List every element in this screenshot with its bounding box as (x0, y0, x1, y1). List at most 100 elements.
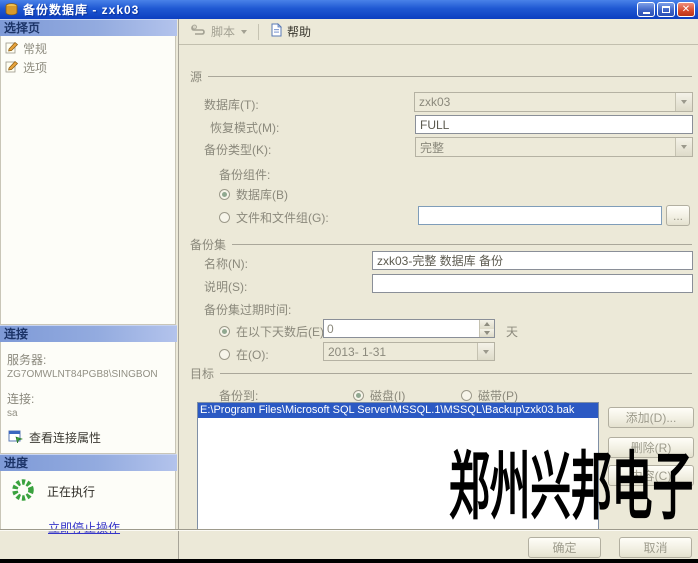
radio-unselected-icon (461, 390, 472, 401)
radio-unselected-icon (219, 212, 230, 223)
window-title: 备份数据库 - zxk03 (23, 1, 635, 18)
add-button[interactable]: 添加(D)... (608, 407, 694, 428)
minimize-icon (643, 12, 650, 14)
sidebar: 选择页 常规 选项 (0, 19, 177, 563)
maximize-icon (662, 6, 670, 13)
backup-description-field[interactable] (372, 274, 693, 293)
toolbar: 脚本 帮助 (179, 19, 698, 45)
chevron-down-icon (483, 350, 489, 354)
radio-expire-on-date[interactable]: 在(O): (219, 346, 269, 363)
backup-name-label: 名称(N): (204, 255, 248, 272)
backup-name-field[interactable] (372, 251, 693, 270)
dialog-content: 源 数据库(T): zxk03 恢复模式(M): 备份类型(K): 完整 备份组… (179, 46, 698, 563)
recovery-model-label: 恢复模式(M): (210, 119, 279, 136)
backup-component-label: 备份组件: (219, 166, 270, 183)
page-icon (5, 60, 19, 76)
backup-type-combobox-value: 完整 (416, 139, 675, 156)
sidebar-item-label: 选项 (23, 59, 47, 76)
minimize-button[interactable] (637, 2, 655, 17)
bottom-border (0, 559, 698, 563)
cancel-button[interactable]: 取消 (619, 537, 692, 558)
radio-backup-database[interactable]: 数据库(B) (219, 186, 288, 203)
spinner-up-button[interactable] (480, 320, 494, 329)
remove-button[interactable]: 删除(R) (608, 437, 694, 458)
progress-status: 正在执行 (47, 483, 95, 500)
sidebar-item-general[interactable]: 常规 (1, 39, 175, 58)
chevron-down-icon (681, 100, 687, 104)
server-value: ZG7OMWLNT84PGB8\SINGBON (7, 369, 175, 380)
backup-destination-list[interactable]: E:\Program Files\Microsoft SQL Server\MS… (197, 402, 599, 531)
chevron-down-icon (241, 30, 247, 34)
sidebar-item-label: 常规 (23, 40, 47, 57)
radio-files-filegroups-label: 文件和文件组(G): (236, 209, 329, 226)
spinner-down-button[interactable] (480, 329, 494, 338)
recovery-model-field[interactable] (415, 115, 693, 134)
contents-button[interactable]: 内容(C) (608, 465, 694, 486)
destination-group-label: 目标 (190, 365, 214, 382)
radio-selected-icon (353, 390, 364, 401)
backup-database-dialog: 备份数据库 - zxk03 ✕ 选择页 常规 (0, 0, 698, 563)
combo-dropdown-button[interactable] (477, 343, 494, 360)
expire-days-spinner[interactable] (323, 319, 495, 338)
database-icon (5, 3, 18, 16)
backup-set-expire-label: 备份集过期时间: (204, 301, 291, 318)
maximize-button[interactable] (657, 2, 675, 17)
backup-type-combobox[interactable]: 完整 (415, 137, 693, 157)
backup-path-row[interactable]: E:\Program Files\Microsoft SQL Server\MS… (198, 403, 598, 418)
combo-dropdown-button[interactable] (675, 138, 692, 156)
group-divider (232, 244, 692, 245)
help-icon (270, 23, 283, 40)
database-label: 数据库(T): (204, 96, 259, 113)
sidebar-item-options[interactable]: 选项 (1, 58, 175, 77)
main-panel: 脚本 帮助 源 (178, 19, 698, 563)
browse-button[interactable]: ... (666, 205, 690, 226)
radio-backup-database-label: 数据库(B) (236, 186, 288, 203)
toolbar-separator (258, 24, 259, 40)
connection-header: 连接 (0, 325, 177, 342)
backup-description-label: 说明(S): (204, 278, 247, 295)
progress-header: 进度 (0, 454, 177, 471)
progress-spinner-icon (11, 478, 35, 505)
database-combobox-value: zxk03 (415, 95, 675, 109)
help-button[interactable]: 帮助 (266, 21, 315, 42)
radio-expire-on-date-label: 在(O): (236, 346, 269, 363)
connection-value: sa (7, 408, 175, 419)
radio-files-filegroups[interactable]: 文件和文件组(G): (219, 209, 329, 226)
expire-days-input[interactable] (324, 320, 479, 337)
connection-properties-icon (8, 430, 23, 446)
connection-label: 连接: (7, 390, 175, 407)
radio-unselected-icon (219, 349, 230, 360)
close-button[interactable]: ✕ (677, 2, 695, 17)
days-unit-label: 天 (506, 323, 518, 340)
view-connection-properties[interactable]: 查看连接属性 (8, 429, 175, 446)
files-filegroups-field[interactable] (418, 206, 662, 225)
connection-panel: 服务器: ZG7OMWLNT84PGB8\SINGBON 连接: sa 查看连接… (0, 342, 176, 454)
server-label: 服务器: (7, 351, 175, 368)
progress-panel: 正在执行 立即停止操作 (0, 471, 176, 530)
combo-dropdown-button[interactable] (675, 93, 692, 111)
stop-action-link[interactable]: 立即停止操作 (48, 519, 120, 536)
backup-type-label: 备份类型(K): (204, 141, 271, 158)
script-button-label: 脚本 (211, 23, 235, 40)
expire-date-picker[interactable]: 2013- 1-31 (323, 342, 495, 361)
radio-expire-after-days-label: 在以下天数后(E): (236, 323, 327, 340)
chevron-down-icon (681, 145, 687, 149)
script-button[interactable]: 脚本 (187, 21, 251, 42)
close-icon: ✕ (682, 5, 690, 15)
group-divider (220, 373, 692, 374)
radio-expire-after-days[interactable]: 在以下天数后(E): (219, 323, 327, 340)
expire-date-value: 2013- 1-31 (324, 345, 477, 359)
source-group-label: 源 (190, 68, 202, 85)
help-button-label: 帮助 (287, 23, 311, 40)
radio-selected-icon (219, 326, 230, 337)
page-icon (5, 41, 19, 57)
arrow-up-icon (484, 322, 490, 326)
footer-divider (0, 529, 698, 531)
titlebar[interactable]: 备份数据库 - zxk03 ✕ (0, 0, 698, 19)
select-page-header: 选择页 (0, 19, 177, 36)
backup-set-group-label: 备份集 (190, 236, 226, 253)
arrow-down-icon (484, 331, 490, 335)
ok-button[interactable]: 确定 (528, 537, 601, 558)
script-icon (191, 23, 207, 40)
database-combobox[interactable]: zxk03 (414, 92, 693, 112)
